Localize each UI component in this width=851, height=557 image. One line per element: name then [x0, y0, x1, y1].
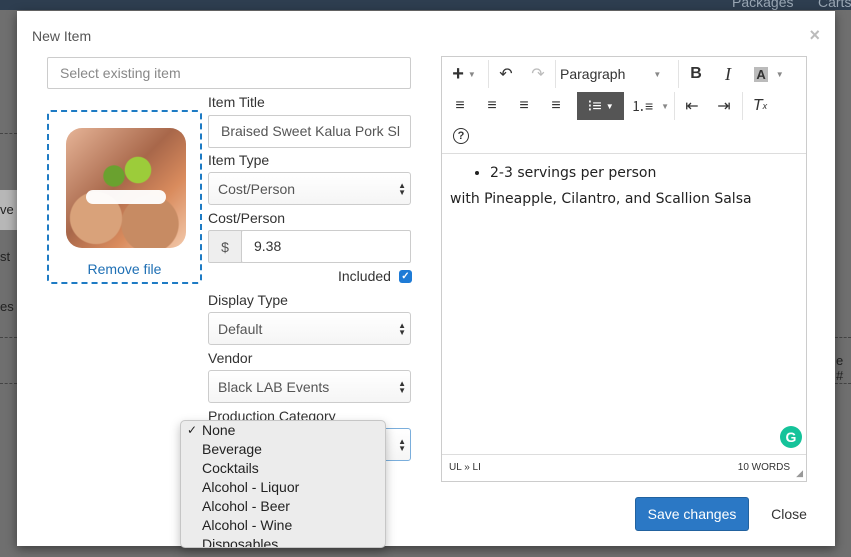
redo-icon[interactable]: ↷ — [524, 60, 552, 88]
item-type-label: Item Type — [208, 152, 270, 168]
dropdown-option[interactable]: Cocktails — [181, 459, 385, 478]
image-dropzone[interactable]: Remove file — [47, 110, 202, 284]
background-nav-carts: Carts — [818, 0, 851, 10]
background-text: st — [0, 249, 11, 264]
clear-formatting-icon[interactable]: Tx — [746, 92, 774, 120]
background-text: ve — [0, 202, 14, 217]
dropdown-option[interactable]: ✓ None — [181, 421, 385, 440]
item-type-value: Cost/Person — [218, 180, 296, 197]
chevron-down-icon: ▼ — [661, 101, 670, 111]
help-icon[interactable]: ? — [448, 122, 474, 150]
display-type-value: Default — [218, 320, 263, 337]
toolbar-separator — [555, 60, 556, 88]
background-divider — [0, 133, 17, 134]
background-divider — [835, 383, 851, 384]
background-text: e # — [836, 353, 844, 383]
editor-content[interactable]: 2-3 servings per person with Pineapple, … — [450, 165, 800, 207]
text-color-icon: A — [754, 66, 768, 82]
vendor-label: Vendor — [208, 350, 253, 366]
numbered-list-button[interactable]: ⒈≡ ▼ — [630, 92, 670, 120]
item-title-value: Braised Sweet Kalua Pork Sl — [221, 123, 400, 139]
bold-icon[interactable]: B — [682, 60, 710, 88]
vendor-select[interactable]: Black LAB Events ▲ ▼ — [208, 370, 411, 403]
insert-button[interactable]: + ▼ — [446, 60, 482, 88]
included-checkbox[interactable]: ✓ — [399, 270, 412, 283]
dropdown-option[interactable]: Alcohol - Liquor — [181, 478, 385, 497]
item-type-select[interactable]: Cost/Person ▲ ▼ — [208, 172, 411, 205]
close-icon[interactable]: × — [809, 26, 820, 44]
toolbar-separator — [488, 60, 489, 88]
display-type-select[interactable]: Default ▲ ▼ — [208, 312, 411, 345]
included-label: Included — [338, 268, 391, 284]
align-center-icon[interactable]: ≡ — [478, 92, 506, 120]
display-type-label: Display Type — [208, 292, 288, 308]
editor-toolbar: +▼ ↶ ↷ Paragraph ▼ B I A ▼ ≡ ≡ ≡ ≡ ⁝≡ ▼ — [442, 57, 806, 154]
remove-file-link[interactable]: Remove file — [49, 261, 200, 277]
item-image-thumbnail — [66, 128, 186, 248]
item-title-field[interactable]: Braised Sweet Kalua Pork Sl — [208, 115, 411, 148]
background-text: es — [0, 299, 14, 314]
dropdown-option[interactable]: Alcohol - Beer — [181, 497, 385, 516]
word-count: 10 WORDS — [737, 462, 790, 473]
close-button[interactable]: Close — [759, 497, 819, 531]
align-right-icon[interactable]: ≡ — [510, 92, 538, 120]
item-title-label: Item Title — [208, 94, 265, 110]
toolbar-separator — [742, 92, 743, 120]
chevron-down-icon: ▼ — [775, 69, 784, 79]
select-existing-item-placeholder: Select existing item — [60, 65, 181, 81]
dropdown-option[interactable]: Disposables — [181, 535, 385, 547]
checkmark-icon: ✓ — [187, 423, 198, 437]
chevron-down-icon: ▼ — [653, 69, 662, 79]
vendor-value: Black LAB Events — [218, 378, 330, 395]
currency-addon: $ — [208, 230, 242, 263]
resize-handle-icon[interactable]: ◢ — [796, 468, 803, 479]
background-nav-packages: Packages — [732, 0, 794, 10]
select-arrows-icon: ▲ ▼ — [398, 378, 406, 395]
align-justify-icon[interactable]: ≡ — [542, 92, 570, 120]
text-color-button[interactable]: A ▼ — [746, 60, 792, 88]
select-existing-item-input[interactable]: Select existing item — [47, 57, 411, 89]
dropdown-option[interactable]: Beverage — [181, 440, 385, 459]
italic-icon[interactable]: I — [714, 60, 742, 88]
background-top-bar — [0, 0, 851, 10]
new-item-modal: New Item × Select existing item Remove f… — [17, 11, 835, 546]
undo-icon[interactable]: ↶ — [492, 60, 520, 88]
block-format-value: Paragraph — [560, 66, 626, 82]
bullet-list-icon: ⁝≡ — [587, 98, 602, 115]
numbered-list-icon: ⒈≡ — [630, 98, 654, 114]
bullet-list-button[interactable]: ⁝≡ ▼ — [577, 92, 624, 120]
indent-icon[interactable]: ⇥ — [710, 92, 738, 120]
cost-field[interactable]: 9.38 — [241, 230, 411, 263]
modal-title: New Item — [32, 28, 92, 44]
toolbar-separator — [674, 92, 675, 120]
background-divider — [0, 383, 17, 384]
production-category-dropdown: ✓ None Beverage Cocktails Alcohol - Liquo… — [180, 420, 386, 548]
select-arrows-icon: ▲ ▼ — [398, 436, 406, 453]
editor-statusbar: UL » LI 10 WORDS ◢ — [442, 454, 806, 481]
chevron-down-icon: ▼ — [467, 69, 476, 79]
select-arrows-icon: ▲ ▼ — [398, 320, 406, 337]
cost-label: Cost/Person — [208, 210, 286, 226]
upload-progress-bar — [86, 190, 166, 204]
grammarly-icon[interactable]: G — [780, 426, 802, 448]
editor-paragraph: with Pineapple, Cilantro, and Scallion S… — [450, 191, 752, 207]
cost-value: 9.38 — [254, 238, 282, 254]
bullet-item: 2-3 servings per person — [490, 165, 800, 181]
bullet-list: 2-3 servings per person — [450, 165, 800, 181]
select-arrows-icon: ▲ ▼ — [398, 180, 406, 197]
chevron-down-icon: ▼ — [605, 101, 614, 111]
outdent-icon[interactable]: ⇤ — [678, 92, 706, 120]
save-changes-button[interactable]: Save changes — [635, 497, 749, 531]
background-divider — [0, 337, 17, 338]
align-left-icon[interactable]: ≡ — [446, 92, 474, 120]
rich-text-editor: +▼ ↶ ↷ Paragraph ▼ B I A ▼ ≡ ≡ ≡ ≡ ⁝≡ ▼ — [441, 56, 807, 482]
element-path: UL » LI — [449, 462, 481, 473]
dropdown-option[interactable]: Alcohol - Wine — [181, 516, 385, 535]
toolbar-separator — [678, 60, 679, 88]
background-divider — [835, 337, 851, 338]
block-format-select[interactable]: Paragraph ▼ — [560, 60, 668, 88]
